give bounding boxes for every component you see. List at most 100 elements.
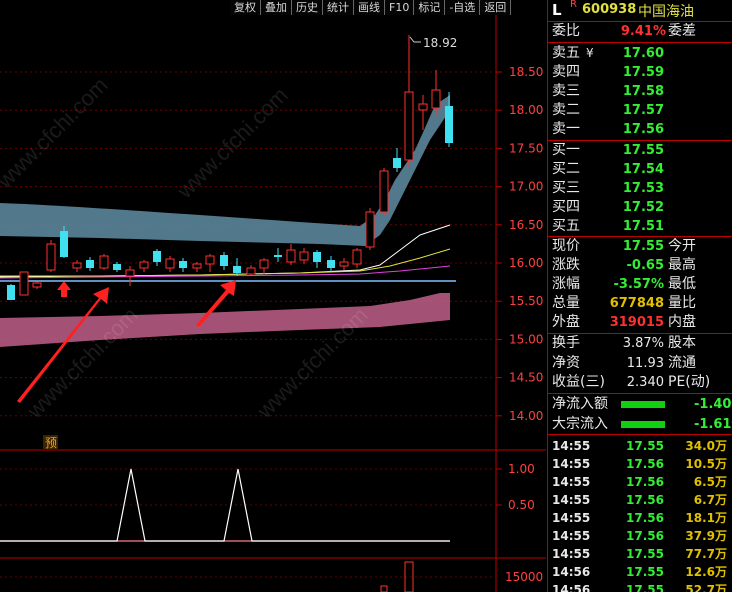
price-tick-label: 15.50 (509, 294, 543, 308)
candle-body (379, 170, 389, 213)
quote-label: 涨跌 (552, 257, 580, 273)
candle-body (233, 266, 241, 273)
candle-up (32, 282, 42, 289)
fundamental-label2: 股本 (668, 335, 696, 351)
flow-bar (621, 401, 665, 408)
back-button[interactable]: 返回 (480, 0, 512, 15)
draw-line-button[interactable]: 画线 (354, 0, 385, 15)
candle-body (286, 249, 296, 263)
ask-label: 卖一 (552, 121, 580, 137)
price-tick-label: 17.00 (509, 180, 543, 194)
order-ratio-value: 9.41% (620, 24, 666, 39)
statistics-button[interactable]: 统计 (323, 0, 354, 15)
fundamental-value: 11.93 (626, 355, 664, 371)
flow-row: 净流入额 -1.40亿 (548, 395, 732, 414)
trade-row: 14:55 17.55 34.0万 (548, 437, 732, 455)
candle-body (259, 259, 269, 269)
trade-price: 17.56 (626, 511, 664, 525)
flow-label: 大宗流入 (552, 415, 608, 432)
price-grid (0, 71, 496, 417)
fundamental-label: 换手 (552, 335, 580, 351)
ask-level-row: 卖四 17.59 (548, 63, 732, 82)
trade-time: 14:56 (552, 565, 591, 579)
flow-bar (621, 420, 665, 428)
bid-price: 17.51 (622, 219, 664, 234)
candle-up (418, 95, 428, 130)
quote-label2: 今开 (668, 238, 696, 254)
candle-body (7, 285, 15, 300)
quote-value: 17.55 (622, 239, 664, 254)
bid-price: 17.55 (622, 143, 664, 158)
trade-time: 14:55 (552, 529, 591, 543)
quote-value: -3.57% (613, 277, 665, 292)
kline-chart-area[interactable]: 18.92 18.50 18.00 17.50 17.00 16.50 16.00 15.5… (0, 0, 546, 592)
remove-watchlist-button[interactable]: -自选 (445, 0, 481, 15)
margin-flag: R (570, 0, 577, 10)
candle-body (165, 258, 175, 269)
indicator-tick-05: 0.50 (508, 498, 535, 512)
trade-row: 14:55 17.56 10.5万 (548, 455, 732, 473)
candle-down (220, 252, 228, 270)
candle-body (99, 255, 109, 269)
candle-down (327, 256, 335, 272)
quote-label2: 内盘 (668, 314, 696, 330)
mark-button[interactable]: 标记 (414, 0, 446, 15)
bid-level-row: 买二 17.54 (548, 160, 732, 179)
ask-price: 17.60 (622, 46, 664, 61)
trade-volume: 6.7万 (693, 493, 727, 507)
fundamental-value: 2.340 (626, 375, 664, 390)
bid-label: 买一 (552, 142, 580, 158)
fundamental-row: 收益(三) 2.340 PE(动) (548, 373, 732, 392)
ask-price: 17.59 (622, 65, 664, 80)
trade-volume: 37.9万 (685, 529, 727, 543)
candle-body (299, 251, 309, 261)
candle-body (179, 261, 187, 268)
ask-level-row: 卖一 17.56 (548, 120, 732, 139)
trade-price: 17.56 (626, 457, 664, 471)
stock-name: 中国海油 (638, 4, 694, 20)
indicator-tick-1: 1.00 (508, 462, 535, 476)
ask-level-row: 卖三 17.58 (548, 82, 732, 101)
f10-button[interactable]: F10 (385, 0, 415, 15)
bid-level-row: 买五 17.51 (548, 217, 732, 236)
candle-up (379, 168, 389, 216)
price-tick-label: 14.50 (509, 371, 543, 385)
flow-label: 净流入额 (552, 396, 608, 412)
trade-row: 14:55 17.56 6.7万 (548, 491, 732, 509)
order-diff-label: 委差 (668, 23, 696, 39)
candle-body (46, 243, 56, 271)
restore-rights-button[interactable]: 复权 (230, 0, 261, 15)
candle-body (220, 255, 228, 266)
quote-value: 319015 (609, 315, 664, 330)
volume-bar (380, 585, 388, 592)
trade-volume: 52.7万 (685, 583, 727, 592)
ask-label: 卖三 (552, 83, 580, 99)
candle-body (72, 262, 82, 269)
trade-row: 14:55 17.55 77.7万 (548, 545, 732, 563)
order-ratio-label: 委比 (552, 23, 580, 39)
bid-level-row: 买一 17.55 (548, 141, 732, 160)
pre-marker-label: 预 (45, 436, 57, 450)
market-label: L (552, 1, 562, 19)
bid-price: 17.53 (622, 181, 664, 196)
price-tick-label: 18.00 (509, 103, 543, 117)
chart-svg: 18.92 18.50 18.00 17.50 17.00 16.50 16.00 15.5… (0, 15, 546, 592)
fundamental-label2: 流通 (668, 354, 696, 371)
candle-up (365, 208, 375, 250)
candle-up (205, 254, 215, 272)
candle-up (286, 244, 296, 265)
quote-label: 外盘 (552, 314, 580, 330)
bid-label: 买三 (552, 180, 580, 196)
quote-label2: 量比 (668, 295, 696, 311)
trade-price: 17.55 (626, 583, 664, 592)
overlay-button[interactable]: 叠加 (261, 0, 292, 15)
candle-body (431, 89, 441, 109)
ask-price: 17.58 (622, 84, 664, 99)
candle-body (192, 263, 202, 269)
history-button[interactable]: 历史 (292, 0, 323, 15)
quote-label2: 最高 (668, 257, 696, 273)
candle-down (313, 250, 321, 268)
order-ratio-row: 委比 9.41% 委差 (548, 22, 732, 41)
fundamental-label: 净资 (552, 354, 580, 371)
candle-up (246, 265, 256, 275)
